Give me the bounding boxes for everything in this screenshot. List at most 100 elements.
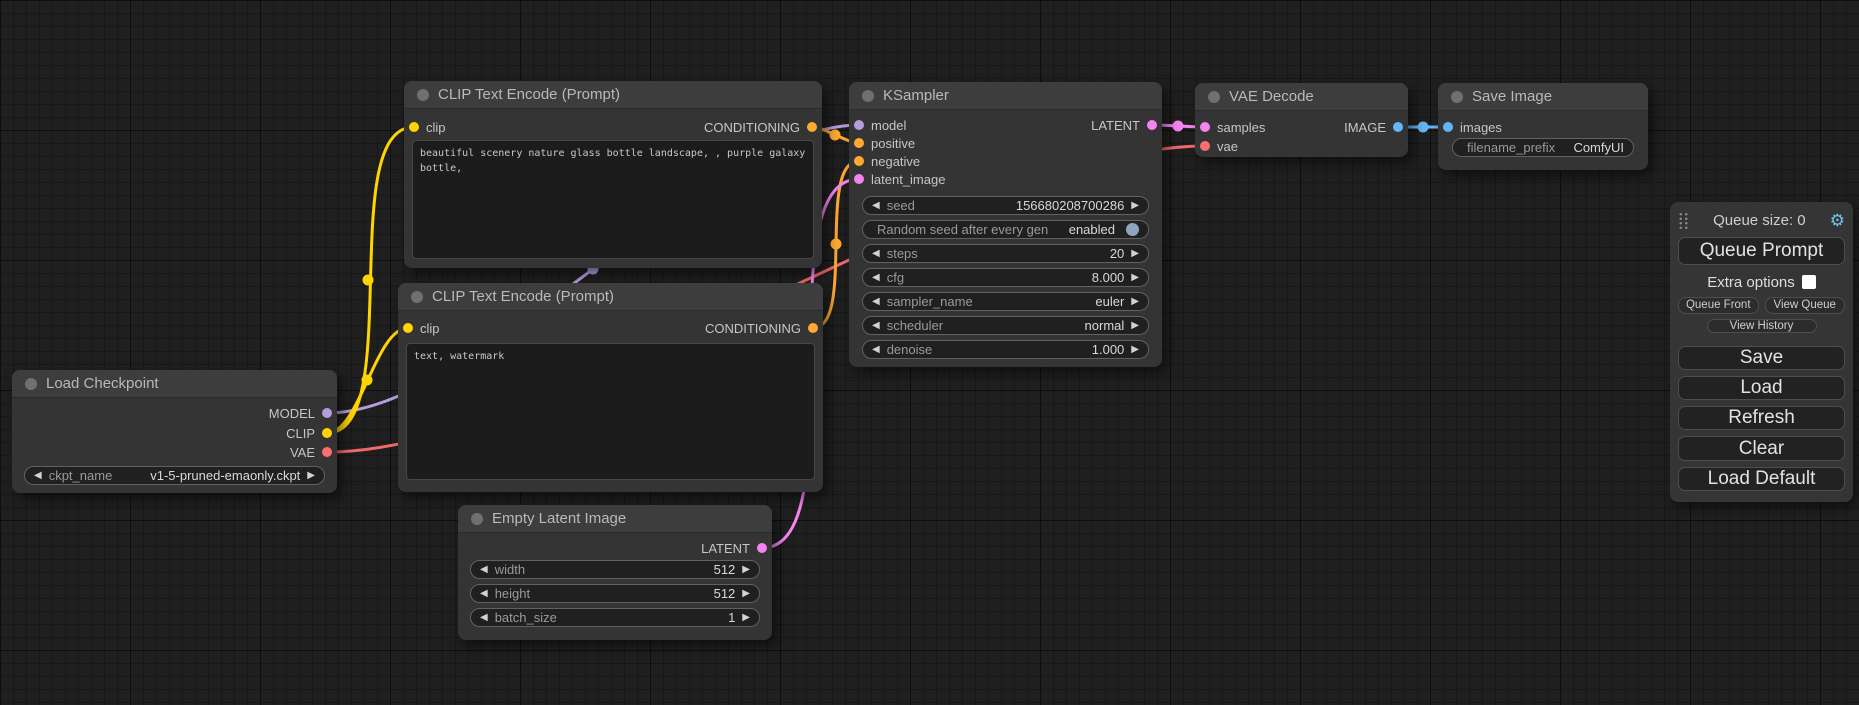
save-button[interactable]: Save (1678, 346, 1845, 370)
node-clip-text-encode-positive[interactable]: CLIP Text Encode (Prompt) clip CONDITION… (404, 81, 822, 268)
latent-port-icon[interactable] (757, 543, 767, 553)
latent-port-icon[interactable] (854, 174, 864, 184)
queue-front-button[interactable]: Queue Front (1678, 297, 1759, 314)
decrement-arrow-icon[interactable]: ◀ (480, 613, 488, 623)
vae-port-icon[interactable] (322, 447, 332, 457)
filename-prefix-widget[interactable]: filename_prefix ComfyUI (1452, 138, 1634, 157)
node-titlebar[interactable]: CLIP Text Encode (Prompt) (404, 81, 822, 109)
node-clip-text-encode-negative[interactable]: CLIP Text Encode (Prompt) clip CONDITION… (398, 283, 823, 492)
increment-arrow-icon[interactable]: ▶ (1131, 297, 1139, 307)
drag-handle-icon[interactable] (1678, 212, 1689, 229)
collapse-dot-icon[interactable] (25, 378, 37, 390)
node-titlebar[interactable]: VAE Decode (1195, 83, 1408, 111)
collapse-dot-icon[interactable] (862, 90, 874, 102)
widget-label: batch_size (495, 610, 557, 625)
width-widget[interactable]: ◀ width 512 ▶ (470, 560, 760, 579)
prompt-textarea[interactable]: beautiful scenery nature glass bottle la… (412, 140, 814, 259)
collapse-dot-icon[interactable] (471, 513, 483, 525)
clip-port-icon[interactable] (403, 323, 413, 333)
latent-port-icon[interactable] (1200, 122, 1210, 132)
load-button[interactable]: Load (1678, 376, 1845, 400)
decrement-arrow-icon[interactable]: ◀ (872, 297, 880, 307)
seed-widget[interactable]: ◀ seed 156680208700286 ▶ (862, 196, 1149, 215)
gear-icon[interactable]: ⚙ (1830, 212, 1845, 229)
widget-label: seed (887, 198, 915, 213)
decrement-arrow-icon[interactable]: ◀ (872, 201, 880, 211)
increment-arrow-icon[interactable]: ▶ (1131, 273, 1139, 283)
clip-port-icon[interactable] (409, 122, 419, 132)
conditioning-port-icon[interactable] (854, 156, 864, 166)
input-slot-positive: positive (849, 134, 915, 152)
batch-size-widget[interactable]: ◀ batch_size 1 ▶ (470, 608, 760, 627)
increment-arrow-icon[interactable]: ▶ (742, 613, 750, 623)
refresh-button[interactable]: Refresh (1678, 406, 1845, 430)
widget-value: 156680208700286 (1016, 198, 1124, 213)
steps-widget[interactable]: ◀ steps 20 ▶ (862, 244, 1149, 263)
node-load-checkpoint[interactable]: Load Checkpoint MODEL CLIP VAE ◀ ckpt_na… (12, 370, 337, 493)
slot-label: VAE (290, 445, 315, 460)
decrement-arrow-icon[interactable]: ◀ (872, 249, 880, 259)
image-port-icon[interactable] (1393, 122, 1403, 132)
increment-arrow-icon[interactable]: ▶ (742, 565, 750, 575)
comfyui-canvas[interactable]: { "icons": { "left_arrow": "◀", "right_a… (0, 0, 1859, 705)
collapse-dot-icon[interactable] (1208, 91, 1220, 103)
collapse-dot-icon[interactable] (411, 291, 423, 303)
node-titlebar[interactable]: KSampler (849, 82, 1162, 110)
node-save-image[interactable]: Save Image images filename_prefix ComfyU… (1438, 83, 1648, 170)
prompt-textarea[interactable]: text, watermark (406, 343, 815, 480)
increment-arrow-icon[interactable]: ▶ (1131, 345, 1139, 355)
increment-arrow-icon[interactable]: ▶ (1131, 321, 1139, 331)
collapse-dot-icon[interactable] (1451, 91, 1463, 103)
denoise-widget[interactable]: ◀ denoise 1.000 ▶ (862, 340, 1149, 359)
conditioning-port-icon[interactable] (807, 122, 817, 132)
widget-value: 20 (1110, 246, 1124, 261)
decrement-arrow-icon[interactable]: ◀ (480, 589, 488, 599)
model-port-icon[interactable] (854, 120, 864, 130)
increment-arrow-icon[interactable]: ▶ (742, 589, 750, 599)
collapse-dot-icon[interactable] (417, 89, 429, 101)
node-titlebar[interactable]: Save Image (1438, 83, 1648, 111)
view-queue-button[interactable]: View Queue (1765, 297, 1846, 314)
conditioning-port-icon[interactable] (854, 138, 864, 148)
node-titlebar[interactable]: CLIP Text Encode (Prompt) (398, 283, 823, 311)
load-default-button[interactable]: Load Default (1678, 467, 1845, 491)
output-slot-conditioning: CONDITIONING (704, 118, 822, 136)
ckpt-name-widget[interactable]: ◀ ckpt_name v1-5-pruned-emaonly.ckpt ▶ (24, 466, 325, 485)
image-port-icon[interactable] (1443, 122, 1453, 132)
extra-options-checkbox[interactable] (1802, 275, 1816, 289)
increment-arrow-icon[interactable]: ▶ (1131, 249, 1139, 259)
extra-options-label: Extra options (1707, 274, 1795, 291)
toggle-icon[interactable] (1126, 223, 1139, 236)
latent-port-icon[interactable] (1147, 120, 1157, 130)
node-ksampler[interactable]: KSampler model positive negative latent_… (849, 82, 1162, 367)
increment-arrow-icon[interactable]: ▶ (307, 471, 315, 481)
slot-label: samples (1217, 120, 1265, 135)
height-widget[interactable]: ◀ height 512 ▶ (470, 584, 760, 603)
increment-arrow-icon[interactable]: ▶ (1131, 201, 1139, 211)
node-empty-latent-image[interactable]: Empty Latent Image LATENT ◀ width 512 ▶ … (458, 505, 772, 640)
conditioning-port-icon[interactable] (808, 323, 818, 333)
decrement-arrow-icon[interactable]: ◀ (480, 565, 488, 575)
node-vae-decode[interactable]: VAE Decode samples vae IMAGE (1195, 83, 1408, 157)
decrement-arrow-icon[interactable]: ◀ (34, 471, 42, 481)
slot-label: LATENT (701, 541, 750, 556)
model-port-icon[interactable] (322, 408, 332, 418)
decrement-arrow-icon[interactable]: ◀ (872, 273, 880, 283)
node-titlebar[interactable]: Load Checkpoint (12, 370, 337, 398)
view-history-button[interactable]: View History (1707, 319, 1817, 333)
slot-label: latent_image (871, 172, 945, 187)
vae-port-icon[interactable] (1200, 141, 1210, 151)
node-titlebar[interactable]: Empty Latent Image (458, 505, 772, 533)
scheduler-widget[interactable]: ◀ scheduler normal ▶ (862, 316, 1149, 335)
clip-port-icon[interactable] (322, 428, 332, 438)
sampler-name-widget[interactable]: ◀ sampler_name euler ▶ (862, 292, 1149, 311)
clear-button[interactable]: Clear (1678, 436, 1845, 460)
random-seed-widget[interactable]: Random seed after every gen enabled (862, 220, 1149, 239)
input-slot-model: model (849, 116, 906, 134)
slot-label: images (1460, 120, 1502, 135)
decrement-arrow-icon[interactable]: ◀ (872, 321, 880, 331)
cfg-widget[interactable]: ◀ cfg 8.000 ▶ (862, 268, 1149, 287)
widget-label: Random seed after every gen (877, 222, 1048, 237)
decrement-arrow-icon[interactable]: ◀ (872, 345, 880, 355)
queue-prompt-button[interactable]: Queue Prompt (1678, 237, 1845, 265)
